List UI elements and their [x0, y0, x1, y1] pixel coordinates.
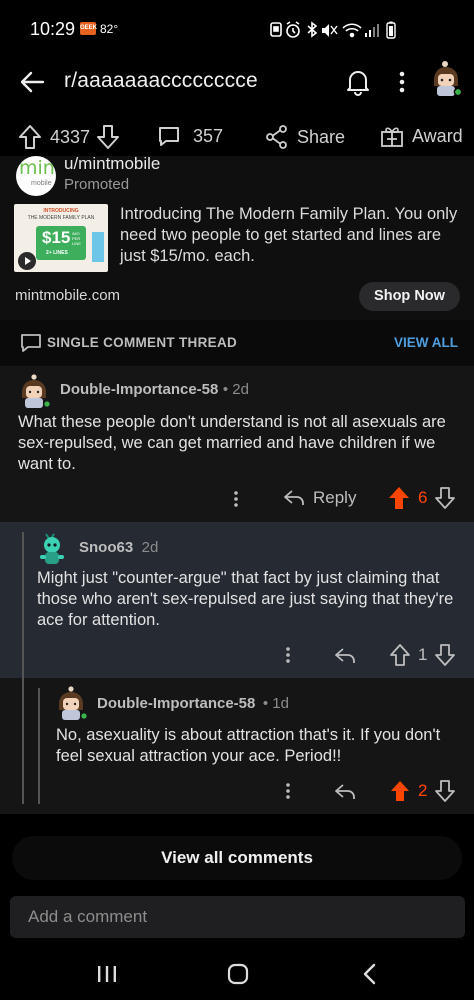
vote-score: 1 [418, 645, 428, 664]
promo-body: Introducing The Modern Family Plan. You … [120, 205, 458, 265]
user-avatar[interactable] [428, 58, 464, 98]
back-arrow-icon[interactable] [18, 68, 46, 96]
comments-button[interactable]: 357 [157, 124, 223, 148]
comment-body: No, asexuality is about attraction that'… [56, 726, 441, 765]
downvote-icon[interactable] [96, 124, 120, 150]
comment-username[interactable]: Snoo63 [79, 539, 133, 556]
app-header: r/aaaaaaacccccccce [0, 58, 474, 108]
signal-icon [365, 24, 379, 37]
bluetooth-icon [307, 21, 318, 38]
view-all-link[interactable]: VIEW ALL [394, 335, 458, 350]
play-icon[interactable] [18, 252, 36, 270]
reply-label: Reply [313, 488, 357, 507]
award-button[interactable]: Award [380, 124, 463, 148]
status-bar: 10:29 GEEK 82° [0, 0, 474, 58]
more-vertical-icon[interactable] [233, 490, 239, 508]
comment-vote: 2 [390, 780, 456, 802]
comment-time: • 1d [262, 695, 289, 712]
comment-body: Might just "counter-argue" that fact by … [37, 569, 454, 629]
single-thread-bar: SINGLE COMMENT THREAD VIEW ALL [0, 320, 474, 366]
thread-label: SINGLE COMMENT THREAD [47, 335, 238, 350]
comment-body: What these people don't understand is no… [18, 413, 446, 473]
avatar[interactable] [55, 685, 89, 721]
more-vertical-icon[interactable] [285, 646, 291, 664]
comment-2: Snoo63 2d Might just "counter-argue" tha… [0, 522, 474, 678]
alarm-icon [286, 21, 300, 38]
bell-icon[interactable] [345, 68, 371, 96]
subreddit-title[interactable]: r/aaaaaaacccccccce [64, 69, 258, 93]
mint-mobile-logo: mint mobile [16, 156, 56, 196]
promoted-label: Promoted [64, 176, 130, 193]
comment-1: Double-Importance-58 • 2d What these peo… [0, 366, 474, 522]
comment-icon [159, 127, 179, 146]
promo-username[interactable]: u/mintmobile [64, 154, 160, 174]
promo-domain[interactable]: mintmobile.com [15, 287, 120, 304]
geek-badge-icon: GEEK [80, 22, 97, 35]
avatar[interactable] [18, 373, 52, 409]
more-vertical-icon[interactable] [285, 782, 291, 800]
downvote-icon[interactable] [435, 780, 456, 802]
award-icon [381, 127, 403, 147]
status-icons [270, 20, 400, 40]
comment-time: • 2d [222, 381, 249, 398]
promo-thumbnail[interactable]: INTRODUCING THE MODERN FAMILY PLAN $15 /… [14, 204, 108, 272]
vote-score: 2 [418, 781, 428, 800]
share-icon [266, 125, 287, 149]
back-icon[interactable] [362, 963, 378, 985]
reply-icon [284, 490, 304, 505]
add-comment-input[interactable]: Add a comment [10, 896, 465, 938]
comment-vote: 1 [390, 644, 456, 666]
share-label: Share [297, 126, 346, 147]
recent-apps-icon[interactable] [96, 964, 118, 984]
upvote-icon[interactable] [390, 644, 410, 666]
comment-username[interactable]: Double-Importance-58 [97, 695, 255, 712]
battery-icon [386, 21, 396, 39]
comment-username[interactable]: Double-Importance-58 [60, 381, 218, 398]
upvote-count: 4337 [50, 126, 91, 147]
comment-icon [20, 332, 42, 354]
comment-3: Double-Importance-58 • 1d No, asexuality… [0, 678, 474, 814]
post-action-bar: 4337 357 Share Award [0, 118, 474, 156]
comment-count: 357 [193, 125, 224, 146]
status-time: 10:29 [30, 19, 76, 39]
upvote-icon[interactable] [390, 780, 410, 802]
avatar[interactable] [36, 531, 66, 565]
thread-line[interactable] [22, 678, 24, 804]
wifi-icon [342, 23, 362, 38]
shop-now-button[interactable]: Shop Now [359, 282, 460, 311]
award-label: Award [412, 125, 463, 146]
mute-icon [322, 24, 338, 37]
promoted-post[interactable]: mint mobile u/mintmobile Promoted INTROD… [0, 154, 474, 320]
comment-vote: 6 [388, 486, 456, 510]
home-icon[interactable] [227, 963, 249, 985]
vote-group: 4337 [18, 124, 120, 150]
comment-time: 2d [141, 539, 159, 556]
upvote-icon[interactable] [18, 124, 42, 150]
screenshot-icon [270, 22, 282, 37]
upvote-icon[interactable] [388, 486, 410, 510]
reply-icon[interactable] [334, 646, 356, 666]
thread-line[interactable] [38, 688, 40, 804]
reply-button[interactable]: Reply [283, 488, 356, 508]
vote-score: 6 [418, 488, 428, 507]
share-button[interactable]: Share [265, 124, 345, 150]
downvote-icon[interactable] [435, 644, 456, 666]
downvote-icon[interactable] [435, 487, 456, 509]
more-vertical-icon[interactable] [398, 70, 406, 94]
reply-icon[interactable] [334, 782, 356, 802]
view-all-comments-button[interactable]: View all comments [12, 836, 462, 880]
thread-line[interactable] [22, 532, 24, 678]
system-nav-bar [0, 950, 474, 1000]
status-temperature: 82° [100, 22, 119, 36]
